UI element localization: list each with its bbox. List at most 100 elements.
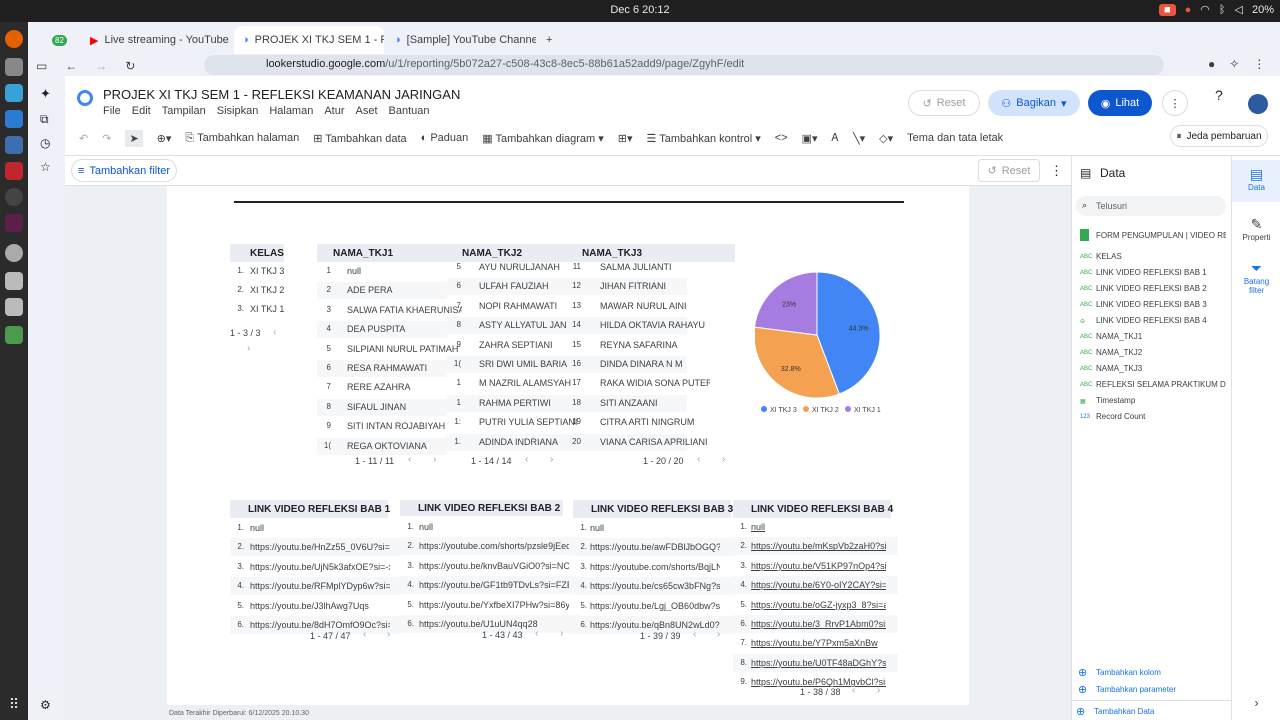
next-page-icon[interactable]: › (560, 628, 563, 639)
menu-help[interactable]: Bantuan (389, 105, 430, 117)
bab3-header[interactable]: LINK VIDEO REFLEKSI BAB 3 (573, 500, 733, 518)
bab4-header[interactable]: LINK VIDEO REFLEKSI BAB 4 (733, 500, 893, 518)
disk-icon[interactable] (5, 244, 23, 262)
avatar[interactable] (1248, 94, 1268, 114)
next-page-icon[interactable]: › (387, 629, 390, 640)
help-icon[interactable]: ? (1215, 87, 1223, 103)
profile-icon[interactable]: ● (1208, 57, 1215, 71)
legend-entry[interactable]: XI TKJ 1 (854, 407, 881, 414)
record-icon[interactable]: ■ (1158, 3, 1176, 16)
menu-view[interactable]: Tampilan (162, 105, 206, 117)
field-item[interactable]: Timestamp (1096, 396, 1226, 405)
sparkle-icon[interactable]: ✦ (40, 86, 51, 102)
field-item[interactable]: NAMA_TKJ1 (1096, 332, 1226, 341)
trash-icon[interactable] (5, 326, 23, 344)
reset-button[interactable]: ↺ Reset (908, 90, 980, 116)
looker-logo-icon[interactable] (77, 90, 93, 106)
prev-page-icon[interactable]: ‹ (697, 454, 700, 465)
field-item[interactable]: LINK VIDEO REFLEKSI BAB 4 (1096, 316, 1226, 325)
tab-report[interactable]: ◑ PROJEK XI TKJ SEM 1 - RE ✕ (234, 26, 384, 54)
terminal2-icon[interactable] (5, 214, 23, 232)
add-parameter-link[interactable]: Tambahkan parameter (1096, 685, 1176, 694)
add-data-link[interactable]: Tambahkan Data (1094, 707, 1154, 716)
prev-page-icon[interactable]: ‹ (408, 454, 411, 465)
search-input[interactable]: Telusuri (1096, 201, 1127, 211)
field-item[interactable]: LINK VIDEO REFLEKSI BAB 2 (1096, 284, 1226, 293)
menu-page[interactable]: Halaman (269, 105, 313, 117)
legend-entry[interactable]: XI TKJ 2 (812, 407, 839, 414)
next-page-icon[interactable]: › (247, 343, 250, 354)
prev-page-icon[interactable]: ‹ (852, 685, 855, 696)
field-item[interactable]: NAMA_TKJ2 (1096, 348, 1226, 357)
sidebar-icon[interactable]: ▭ (36, 59, 47, 73)
add-page-button[interactable]: ⎘ Tambahkan halaman (185, 132, 299, 145)
tkj1-header[interactable]: NAMA_TKJ1 (333, 248, 393, 259)
tkj3-header[interactable]: NAMA_TKJ3 (582, 248, 642, 259)
zoom-icon[interactable]: ⊕▾ (157, 132, 172, 145)
system-tray[interactable]: ■ ● ◠ ᛒ ◁ 20% (1158, 3, 1274, 16)
code-icon[interactable]: <> (775, 132, 788, 144)
tab-badge[interactable]: 82 (52, 26, 70, 54)
reload-icon[interactable]: ↻ (125, 59, 135, 73)
bookmark-icon[interactable]: ☆ (40, 160, 51, 174)
tab-youtube[interactable]: ▶ Live streaming - YouTube ✕ (82, 26, 232, 54)
new-tab-button[interactable]: + (538, 26, 562, 54)
view-button[interactable]: ◉ Lihat (1088, 90, 1152, 116)
menu-file[interactable]: File (103, 105, 121, 117)
forward-icon[interactable]: → (95, 59, 107, 73)
files-icon[interactable] (5, 58, 23, 76)
bab1-header[interactable]: LINK VIDEO REFLEKSI BAB 1 (230, 500, 390, 518)
next-page-icon[interactable]: › (877, 685, 880, 696)
prev-page-icon[interactable]: ‹ (363, 629, 366, 640)
table-cell[interactable]: https://youtu.be/6Y0-oIY2CAY?si=_... (751, 580, 886, 590)
report-title[interactable]: PROJEK XI TKJ SEM 1 - REFLEKSI KEAMANAN … (103, 87, 460, 102)
back-icon[interactable]: ← (65, 59, 77, 73)
app-icon[interactable] (5, 136, 23, 154)
pie-chart[interactable]: 44.3% 32.8% 23% XI TKJ 3 XI TKJ 2 XI TKJ 1 (755, 268, 895, 418)
add-control-button[interactable]: ☰ Tambahkan kontrol ▾ (647, 132, 761, 145)
next-page-icon[interactable]: › (550, 454, 553, 465)
table-cell[interactable]: https://youtu.be/Y7Pxm5aXnBw (751, 638, 886, 648)
next-page-icon[interactable]: › (717, 629, 720, 640)
field-item[interactable]: LINK VIDEO REFLEKSI BAB 3 (1096, 300, 1226, 309)
next-page-icon[interactable]: › (722, 454, 725, 465)
vscode-icon[interactable] (5, 110, 23, 128)
menu-arrange[interactable]: Atur (324, 105, 344, 117)
add-data-button[interactable]: ⊞ Tambahkan data (313, 132, 406, 145)
expand-icon[interactable]: › (1232, 696, 1280, 710)
field-item[interactable]: NAMA_TKJ3 (1096, 364, 1226, 373)
share-button[interactable]: ⚇ Bagikan ▾ (988, 90, 1080, 116)
prev-page-icon[interactable]: ‹ (535, 628, 538, 639)
add-filter-button[interactable]: ≡ Tambahkan filter (71, 159, 177, 182)
settings-icon[interactable]: ⚙ (40, 698, 51, 712)
prev-page-icon[interactable]: ‹ (525, 454, 528, 465)
chevron-down-icon[interactable]: ▾ (1061, 97, 1067, 110)
add-chart-button[interactable]: ▦ Tambahkan diagram ▾ (482, 132, 604, 145)
table-cell[interactable]: https://youtu.be/mKspVb2zaH0?si=... (751, 541, 886, 551)
layers-icon[interactable] (5, 84, 23, 102)
tab-sample[interactable]: ◑ [Sample] YouTube Channe ✕ (386, 26, 536, 54)
tab-search-icon[interactable]: ⧉ (40, 112, 49, 127)
kelas-header[interactable]: KELAS (230, 244, 284, 262)
bab2-header[interactable]: LINK VIDEO REFLEKSI BAB 2 (400, 500, 563, 516)
menu-icon[interactable]: ⋮ (1253, 57, 1265, 71)
prev-page-icon[interactable]: ‹ (273, 327, 276, 338)
firefox-icon[interactable] (5, 30, 23, 48)
more-options-icon[interactable]: ⋮ (1162, 90, 1188, 116)
field-item[interactable]: LINK VIDEO REFLEKSI BAB 1 (1096, 268, 1226, 277)
tab-data[interactable]: ▤ Data (1232, 160, 1280, 202)
field-item[interactable]: Record Count (1096, 412, 1226, 421)
table-cell[interactable]: null (751, 522, 886, 532)
menu-insert[interactable]: Sisipkan (217, 105, 259, 117)
reset-filter-button[interactable]: ↺ Reset (978, 159, 1040, 182)
guide-button[interactable]: ◐ Paduan (421, 132, 469, 144)
search-box[interactable]: ⌕ Telusuri (1076, 196, 1226, 216)
menu-edit[interactable]: Edit (132, 105, 151, 117)
add-column-link[interactable]: Tambahkan kolom (1096, 668, 1161, 677)
next-page-icon[interactable]: › (433, 454, 436, 465)
terminal-icon[interactable] (5, 188, 23, 206)
image-icon[interactable]: ▣▾ (802, 132, 818, 145)
shape-icon[interactable]: ◇▾ (879, 132, 893, 145)
tkj2-header[interactable]: NAMA_TKJ2 (462, 248, 522, 259)
drive2-icon[interactable] (5, 298, 23, 316)
